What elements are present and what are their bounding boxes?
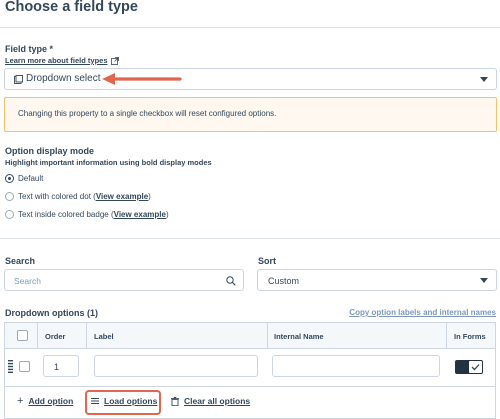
display-mode-option-default[interactable]: Default [5,173,205,185]
annotation-arrow-icon [102,73,182,85]
drag-handle-icon[interactable] [8,360,13,373]
trash-icon [171,396,179,406]
options-table-title: Dropdown options (1) [5,308,98,318]
section-divider [0,238,500,239]
option-badge-view-example-link[interactable]: View example [114,210,166,219]
display-mode-heading: Option display mode [5,146,95,156]
clear-all-options-label: Clear all options [184,396,251,406]
chevron-down-icon [480,77,488,82]
field-type-select[interactable]: Dropdown select [4,68,497,90]
search-label: Search [5,256,36,266]
sort-select[interactable]: Custom [257,269,497,291]
select-all-checkbox[interactable] [17,330,28,341]
column-divider [267,323,268,348]
label-input[interactable] [94,355,258,377]
row-checkbox[interactable] [19,361,30,372]
clear-all-options-button[interactable]: Clear all options [171,396,250,406]
option-dot-label: Text with colored dot ( [18,192,96,201]
table-row: 1 [4,349,496,387]
option-badge-suffix: ) [165,210,169,219]
sort-value: Custom [268,276,300,286]
dropdown-field-icon [14,75,23,84]
internal-name-input[interactable] [272,355,440,377]
option-default-label: Default [18,174,44,183]
column-header-label: Label [94,332,114,341]
field-type-value: Dropdown select [26,73,101,84]
radio-colored-badge[interactable] [5,210,14,219]
options-table-header: Order Label Internal Name In Forms [4,322,496,349]
column-header-internal-name: Internal Name [274,332,324,341]
table-footer: + Add option Load options Clear all opti… [4,387,496,419]
column-divider [86,323,87,348]
in-forms-toggle[interactable] [455,360,483,374]
add-option-button[interactable]: + Add option [17,395,74,407]
load-options-button[interactable]: Load options [91,396,157,406]
alert-text: Changing this property to a single check… [18,109,277,118]
radio-colored-dot[interactable] [5,192,14,201]
page-title: Choose a field type [5,0,138,15]
search-input[interactable]: Search [4,269,244,291]
column-header-in-forms: In Forms [454,332,486,341]
field-type-label: Field type * [5,44,54,54]
display-mode-option-badge[interactable]: Text inside colored badge (View example) [5,209,205,221]
copy-options-link[interactable]: Copy option labels and internal names [349,308,496,317]
load-options-label: Load options [104,396,158,406]
field-type-help-link[interactable]: Learn more about field types [5,56,108,65]
external-link-icon [110,56,119,65]
option-dot-suffix: ) [148,192,151,201]
display-mode-subheading: Highlight important information using bo… [5,158,212,167]
plus-icon: + [17,395,24,407]
chevron-down-icon [480,278,488,283]
column-divider [446,323,447,348]
order-input[interactable]: 1 [43,355,79,377]
title-divider [0,27,500,28]
toggle-knob [469,361,482,373]
search-icon [226,276,236,286]
list-icon [91,398,99,404]
field-type-help[interactable]: Learn more about field types [5,56,119,65]
checkmark-icon [471,364,480,371]
order-value: 1 [54,362,60,372]
option-dot-view-example-link[interactable]: View example [96,192,148,201]
display-mode-option-dot[interactable]: Text with colored dot (View example) [5,191,205,203]
search-placeholder: Search [14,276,41,286]
option-badge-label: Text inside colored badge ( [18,210,114,219]
sort-label: Sort [258,256,276,266]
radio-default[interactable] [5,174,14,183]
column-divider [37,323,38,348]
warning-alert: Changing this property to a single check… [4,97,497,132]
add-option-label: Add option [28,396,74,406]
column-header-order: Order [45,332,66,341]
